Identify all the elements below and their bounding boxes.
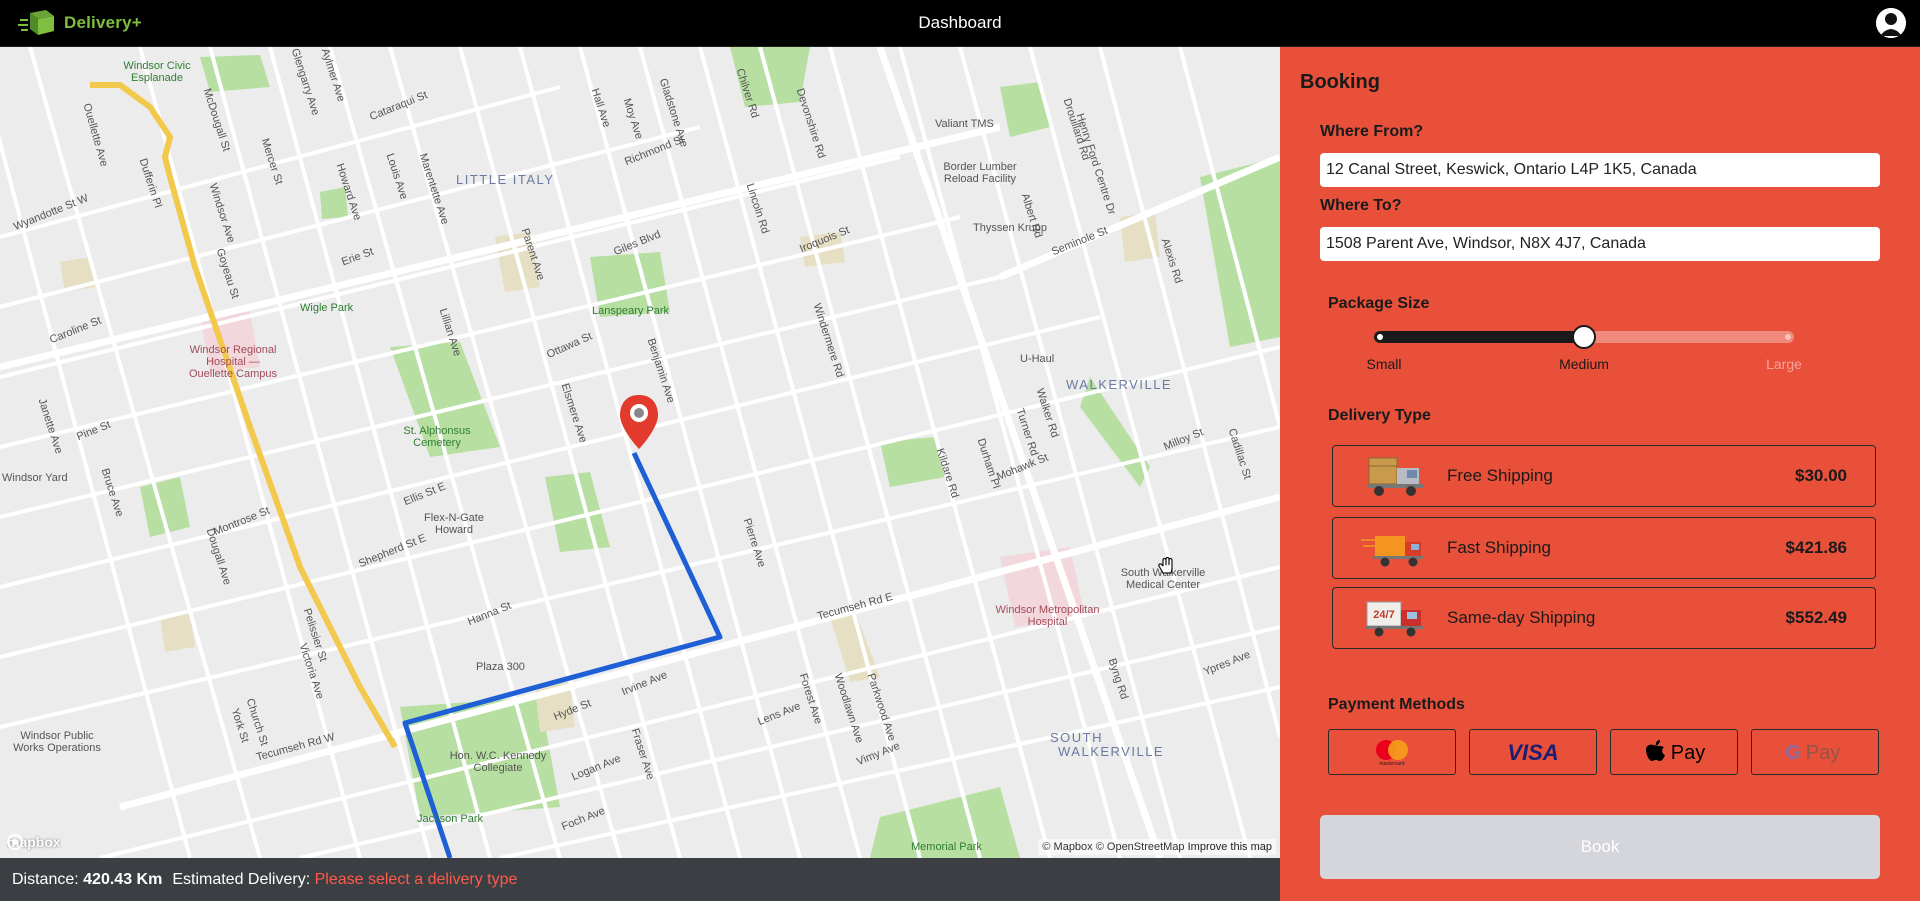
size-medium-label: Medium [1559,356,1609,372]
poi-label: U-Haul [1020,353,1055,365]
from-label: Where From? [1320,123,1424,140]
delivery-option-price: $421.86 [1785,538,1847,557]
osm-attribution-link[interactable]: © OpenStreetMap [1096,841,1185,853]
delivery-option-same-day[interactable]: 24/7 Same-day Shipping $552.49 [1332,587,1876,649]
payment-apple-pay-button[interactable]: Pay [1610,729,1738,775]
delivery-option-price: $30.00 [1795,466,1847,485]
booking-heading: Booking [1300,71,1380,93]
area-label: LITTLE ITALY [456,172,555,187]
payment-mastercard-button[interactable]: mastercard [1328,729,1456,775]
google-pay-text: Pay [1806,742,1840,764]
package-size-label: Package Size [1328,295,1430,312]
delivery-option-name: Same-day Shipping [1447,608,1596,627]
park-label: Lanspeary Park [592,305,670,317]
delivery-option-name: Free Shipping [1447,466,1553,485]
slider-dot [1785,334,1791,340]
to-input[interactable] [1320,227,1880,261]
top-navbar: Delivery+ Dashboard [0,0,1920,47]
apple-pay-icon: Pay [1646,740,1705,764]
size-large-label: Large [1766,356,1802,372]
user-avatar-icon [1876,8,1906,38]
package-size-slider[interactable] [1374,325,1794,349]
user-avatar[interactable] [1876,8,1906,38]
google-pay-icon: G Pay [1785,742,1840,764]
svg-text:24/7: 24/7 [1373,609,1394,621]
fast-truck-icon [1361,536,1423,567]
delivery-status-bar: Distance: 420.43 Km Estimated Delivery: … [0,858,1280,901]
slider-dot [1377,334,1383,340]
eta-value: Please select a delivery type [314,870,518,888]
book-button[interactable]: Book [1320,815,1880,879]
poi-label: Flex-N-Gate Howard [424,512,484,536]
improve-map-link[interactable]: Improve this map [1188,841,1272,853]
poi-label: Windsor Yard [2,472,68,484]
hospital-label: Windsor Regional Hospital — Ouellette Ca… [188,344,278,380]
mapbox-logo-icon [7,834,23,850]
size-small-label: Small [1366,356,1402,372]
map-attribution: © Mapbox © OpenStreetMap Improve this ma… [1038,839,1276,855]
mastercard-text: mastercard [1379,761,1404,767]
delivery-type-label: Delivery Type [1328,407,1431,424]
payment-google-pay-button[interactable]: G Pay [1751,729,1879,775]
eta-label: Estimated Delivery: Please select a deli… [172,871,517,889]
svg-text:G: G [1785,742,1801,764]
mastercard-icon: mastercard [1376,740,1408,767]
visa-text: VISA [1507,740,1558,765]
distance-label-text: Distance: [12,870,79,888]
cargo-truck-icon [1367,457,1423,496]
apple-pay-text: Pay [1671,742,1705,764]
delivery-option-fast[interactable]: Fast Shipping $421.86 [1332,517,1876,579]
park-label: Jackson Park [417,813,484,825]
park-label: Windsor Civic Esplanade [123,60,191,84]
delivery-option-name: Fast Shipping [1447,538,1551,557]
poi-label: Hon. W.C. Kennedy Collegiate [449,750,547,774]
park-label: St. Alphonsus Cemetery [403,425,471,449]
park-label: Wigle Park [300,302,354,314]
to-label: Where To? [1320,197,1402,214]
mapbox-logo[interactable]: mapbox [7,834,61,850]
delivery-option-price: $552.49 [1785,608,1847,627]
poi-label: Windsor Public Works Operations [13,730,101,754]
park-label: Memorial Park [911,841,982,853]
distance-label: Distance: 420.43 Km [12,871,162,889]
24-7-truck-icon: 24/7 [1365,601,1423,637]
area-label: SOUTH [1050,730,1103,745]
page-title: Dashboard [918,13,1002,32]
route-map[interactable]: LITTLE ITALY WALKERVILLE SOUTH WALKERVIL… [0,47,1280,858]
poi-label: Border Lumber Reload Facility [943,161,1017,185]
hand-cursor-icon [1158,557,1173,574]
poi-label: Plaza 300 [476,661,525,673]
distance-value: 420.43 Km [83,870,163,888]
slider-thumb[interactable] [1572,325,1596,349]
from-input[interactable] [1320,153,1880,187]
area-label: WALKERVILLE [1066,377,1173,392]
eta-label-text: Estimated Delivery: [172,870,311,888]
delivery-option-free[interactable]: Free Shipping $30.00 [1332,445,1876,507]
mapbox-attribution-link[interactable]: © Mapbox [1042,841,1092,853]
visa-icon: VISA [1507,740,1558,765]
area-label: WALKERVILLE [1058,744,1165,759]
booking-panel: Booking Where From? Where To? Package Si… [1280,47,1920,901]
payment-visa-button[interactable]: VISA [1469,729,1597,775]
poi-label: Valiant TMS [935,118,994,130]
payment-methods-label: Payment Methods [1328,696,1465,713]
slider-fill [1374,331,1584,343]
hospital-label: Windsor Metropolitan Hospital [995,604,1100,628]
